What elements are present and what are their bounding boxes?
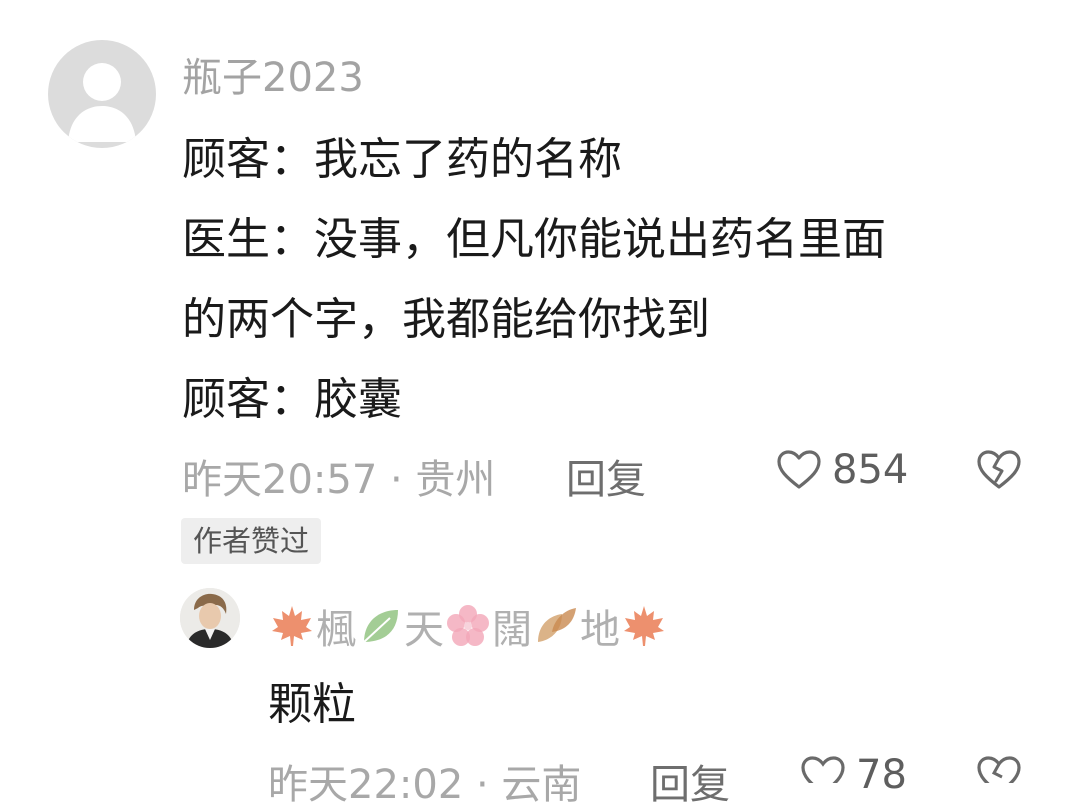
user-photo-icon — [180, 588, 240, 648]
default-avatar-icon — [68, 63, 136, 142]
reply-text: 颗粒 — [268, 679, 356, 730]
reply-time-location: 昨天22:02 · 云南 — [268, 762, 582, 808]
comment-username[interactable]: 瓶子2023 — [182, 45, 364, 103]
reply-name-char: 天 — [404, 607, 444, 653]
reply-name-char: 地 — [580, 607, 620, 653]
autumn-leaves-icon — [538, 608, 576, 642]
reply-name-char: 楓 — [316, 607, 356, 653]
heart-outline-icon — [777, 450, 821, 489]
like-count: 854 — [832, 447, 909, 493]
like-button[interactable] — [776, 449, 822, 491]
reply-like-count: 78 — [856, 752, 907, 798]
reply-avatar[interactable] — [180, 588, 240, 648]
reply-username[interactable]: 楓 天 闊 地 — [268, 597, 668, 655]
reply-button[interactable]: 回复 — [566, 447, 646, 505]
comment-time-location: 昨天20:57 · 贵州 — [182, 457, 496, 503]
avatar[interactable] — [48, 40, 156, 148]
heart-outline-icon — [801, 756, 845, 796]
reply-dislike-button[interactable] — [976, 755, 1022, 796]
reply-name-char: 闊 — [492, 607, 532, 653]
green-leaf-icon — [363, 610, 398, 643]
comment-line: 的两个字，我都能给你找到 — [182, 294, 710, 345]
reply-reply-button[interactable]: 回复 — [650, 752, 730, 810]
broken-heart-icon — [977, 450, 1021, 489]
author-liked-badge: 作者赞过 — [181, 518, 322, 564]
comment-line: 医生：没事，但凡你能说出药名里面 — [182, 214, 886, 265]
comment-line: 顾客：胶囊 — [182, 374, 402, 425]
comment-line: 顾客：我忘了药的名称 — [182, 134, 622, 185]
dislike-button[interactable] — [976, 449, 1022, 491]
broken-heart-icon — [977, 756, 1021, 796]
reply-like-button[interactable] — [800, 755, 846, 797]
cherry-blossom-icon — [447, 605, 489, 646]
maple-leaf-icon — [624, 606, 664, 646]
maple-leaf-icon — [272, 606, 312, 646]
